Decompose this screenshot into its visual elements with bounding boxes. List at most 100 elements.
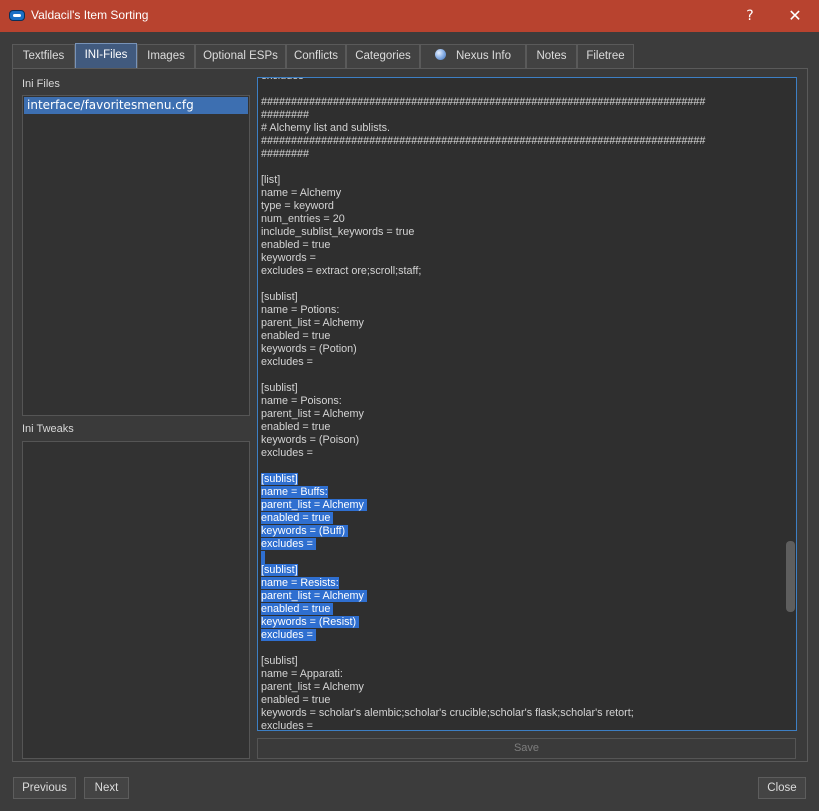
editor-line-text: excludes = <box>261 356 313 368</box>
editor-line-text: excludes = <box>261 538 316 550</box>
editor-line-text: type = keyword <box>261 200 334 212</box>
editor-line: ########################################… <box>261 96 786 109</box>
editor-line: parent_list = Alchemy <box>261 317 786 330</box>
title-bar: Valdacil's Item Sorting ? ✕ <box>0 0 819 32</box>
editor-line <box>261 551 786 564</box>
editor-line: enabled = true <box>261 512 786 525</box>
globe-icon <box>435 49 446 60</box>
editor-line: name = Alchemy <box>261 187 786 200</box>
editor-line-text: ########################################… <box>261 96 706 108</box>
editor-line: parent_list = Alchemy <box>261 499 786 512</box>
editor-line-text: excludes = <box>261 720 313 731</box>
editor-line: enabled = true <box>261 239 786 252</box>
editor-line-text: name = Resists: <box>261 577 339 589</box>
editor-line-text: name = Poisons: <box>261 395 342 407</box>
ini-tweaks-list[interactable] <box>22 441 250 759</box>
editor-line: [sublist] <box>261 564 786 577</box>
tab-conflicts[interactable]: Conflicts <box>286 44 346 68</box>
editor-line-text: keywords = <box>261 252 316 264</box>
editor-line: keywords = (Poison) <box>261 434 786 447</box>
tab-label: Filetree <box>586 50 625 62</box>
ini-tweaks-label: Ini Tweaks <box>22 423 74 435</box>
editor-line-text: enabled = true <box>261 239 331 251</box>
editor-line-text <box>261 551 265 564</box>
editor-line: parent_list = Alchemy <box>261 408 786 421</box>
editor-line: num_entries = 20 <box>261 213 786 226</box>
editor-line-text: parent_list = Alchemy <box>261 499 367 511</box>
editor-line-text: keywords = (Buff) <box>261 525 349 537</box>
list-item[interactable]: interface/favoritesmenu.cfg <box>24 97 248 114</box>
ini-files-list[interactable]: interface/favoritesmenu.cfg <box>22 95 250 416</box>
close-button[interactable]: Close <box>758 777 806 799</box>
editor-line-text: keywords = scholar's alembic;scholar's c… <box>261 707 634 719</box>
tab-optional-esps[interactable]: Optional ESPs <box>195 44 286 68</box>
previous-button[interactable]: Previous <box>13 777 76 799</box>
editor-line: excludes = extract ore;scroll;staff; <box>261 265 786 278</box>
tab-textfiles[interactable]: Textfiles <box>12 44 75 68</box>
editor-line: name = Buffs: <box>261 486 786 499</box>
editor-line: include_sublist_keywords = true <box>261 226 786 239</box>
ini-files-label: Ini Files <box>22 78 60 90</box>
next-button[interactable]: Next <box>84 777 129 799</box>
editor-line-text: parent_list = Alchemy <box>261 408 364 420</box>
editor-line: enabled = true <box>261 330 786 343</box>
editor-line-text: excludes = <box>261 78 313 82</box>
tab-label: Conflicts <box>293 50 339 62</box>
help-button[interactable]: ? <box>735 4 765 28</box>
editor-line: # Alchemy list and sublists. <box>261 122 786 135</box>
editor-line-text: name = Alchemy <box>261 187 342 199</box>
window-close-button[interactable]: ✕ <box>780 4 810 28</box>
editor-line: excludes = <box>261 538 786 551</box>
editor-line-text: num_entries = 20 <box>261 213 345 225</box>
editor-line: [list] <box>261 174 786 187</box>
editor-line-text: keywords = (Resist) <box>261 616 360 628</box>
editor-line-text: enabled = true <box>261 694 331 706</box>
editor-line-text: enabled = true <box>261 512 334 524</box>
editor-line-text: include_sublist_keywords = true <box>261 226 415 238</box>
tab-label: Optional ESPs <box>203 50 278 62</box>
tab-label: Categories <box>355 50 411 62</box>
tab-label: INI-Files <box>84 49 128 61</box>
tab-images[interactable]: Images <box>137 44 195 68</box>
editor-line: [sublist] <box>261 382 786 395</box>
tab-ini-files[interactable]: INI-Files <box>75 43 137 68</box>
app-icon <box>9 10 25 21</box>
editor-line: keywords = (Buff) <box>261 525 786 538</box>
tab-categories[interactable]: Categories <box>346 44 420 68</box>
editor-line: excludes = <box>261 629 786 642</box>
editor-line: ######## <box>261 148 786 161</box>
editor-text-area[interactable]: excludes =##############################… <box>261 78 786 731</box>
editor-line-text: # Alchemy list and sublists. <box>261 122 391 134</box>
editor-scrollbar-thumb[interactable] <box>786 541 795 612</box>
editor-line: [sublist] <box>261 655 786 668</box>
editor-line: parent_list = Alchemy <box>261 681 786 694</box>
editor-line-text: enabled = true <box>261 603 334 615</box>
save-button[interactable]: Save <box>257 738 796 759</box>
ini-text-editor[interactable]: excludes =##############################… <box>257 77 797 731</box>
tab-filetree[interactable]: Filetree <box>577 44 634 68</box>
editor-line: name = Apparati: <box>261 668 786 681</box>
editor-line-text: [sublist] <box>261 655 298 667</box>
editor-line-text: parent_list = Alchemy <box>261 590 367 602</box>
editor-line-text: enabled = true <box>261 330 331 342</box>
editor-line: enabled = true <box>261 603 786 616</box>
tab-label: Notes <box>536 50 567 62</box>
window-title: Valdacil's Item Sorting <box>31 8 149 22</box>
editor-line-text: [list] <box>261 174 281 186</box>
editor-line: keywords = <box>261 252 786 265</box>
tab-notes[interactable]: Notes <box>526 44 577 68</box>
tab-label: Images <box>147 50 185 62</box>
editor-line: keywords = (Resist) <box>261 616 786 629</box>
editor-line: type = keyword <box>261 200 786 213</box>
editor-line-text: name = Apparati: <box>261 668 343 680</box>
editor-line-text: ######## <box>261 109 310 121</box>
tab-nexus-info[interactable]: Nexus Info <box>420 44 526 68</box>
editor-line-text: name = Potions: <box>261 304 340 316</box>
editor-line-text: excludes = <box>261 629 316 641</box>
editor-line-text: [sublist] <box>261 473 298 485</box>
